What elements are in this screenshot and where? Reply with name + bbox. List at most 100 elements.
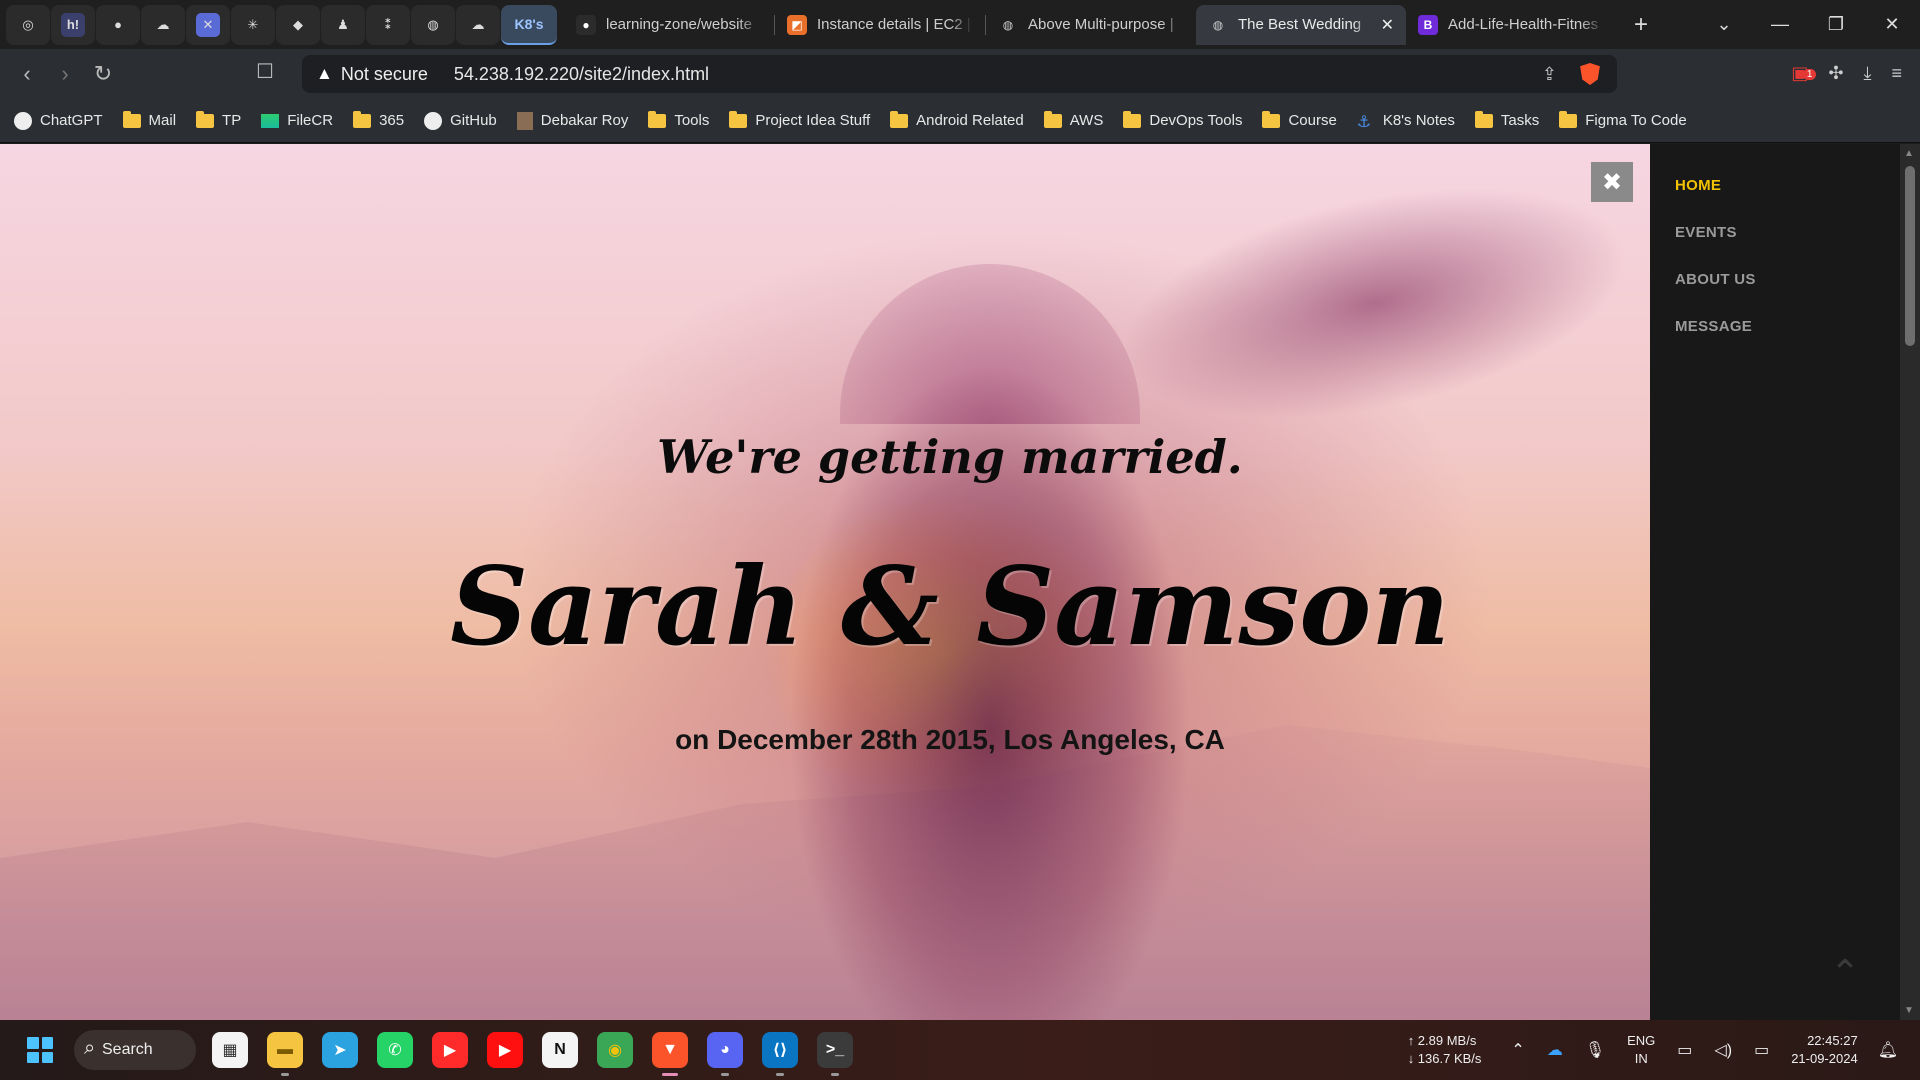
start-button[interactable]: [20, 1030, 60, 1070]
bookmark-label: DevOps Tools: [1149, 112, 1243, 129]
bookmark-item[interactable]: TP: [196, 110, 242, 129]
bookmark-label: K8's Notes: [1382, 112, 1455, 129]
side-menu: HOME EVENTS ABOUT US MESSAGE: [1650, 144, 1900, 1020]
bookmark-item[interactable]: Project Idea Stuff: [729, 110, 870, 129]
chatgpt-icon: ◎: [16, 12, 40, 37]
bookmark-item[interactable]: Tools: [648, 110, 710, 129]
vscode-icon[interactable]: ⟨⟩: [762, 1032, 798, 1076]
taskbar-search[interactable]: Search: [74, 1030, 196, 1070]
extensions-puzzle-icon[interactable]: ✣: [1828, 63, 1843, 84]
clock[interactable]: 22:45:27 21-09-2024: [1791, 1032, 1858, 1068]
notion-icon[interactable]: N: [542, 1032, 578, 1068]
language-indicator[interactable]: ENG IN: [1627, 1032, 1655, 1068]
restore-button[interactable]: ❐: [1808, 14, 1864, 35]
tab-1[interactable]: ● learning-zone/website: [564, 5, 774, 45]
bookmarks-bar: ChatGPT Mail TP FileCR 365 GitHub Debakar Roy T…: [0, 99, 1920, 143]
back-to-top-icon[interactable]: ⌃: [1830, 952, 1870, 993]
forward-button[interactable]: ›: [46, 55, 84, 93]
pinned-tab-claude[interactable]: ✳: [231, 4, 275, 45]
pinned-tab-hashnode[interactable]: h!: [51, 4, 95, 45]
tab-title: The Best Wedding: [1238, 16, 1362, 33]
scroll-down-icon[interactable]: ▼: [1904, 1005, 1914, 1016]
bookmark-label: Tools: [674, 112, 710, 129]
extension-icon[interactable]: ▣ 1: [1791, 63, 1817, 84]
menu-item-events[interactable]: EVENTS: [1675, 209, 1900, 256]
pinned-tab-figma[interactable]: ◆: [276, 4, 320, 45]
bookmark-item[interactable]: Tasks: [1474, 110, 1539, 129]
youtube-icon[interactable]: ▶: [487, 1032, 523, 1068]
pinned-tab-chatgpt[interactable]: ◎: [6, 4, 50, 45]
menu-item-home[interactable]: HOME: [1675, 162, 1900, 209]
bookmark-item[interactable]: ⚓ K8's Notes: [1356, 112, 1455, 131]
bookmark-icon[interactable]: ☐: [256, 59, 274, 84]
bookmark-item[interactable]: Course: [1262, 110, 1337, 129]
pinned-tab-github[interactable]: ●: [96, 4, 140, 45]
address-bar[interactable]: ▲ Not secure 54.238.192.220/site2/index.…: [302, 55, 1617, 93]
chevron-up-icon[interactable]: ⌃: [1511, 1040, 1524, 1060]
bookmark-item[interactable]: Mail: [122, 110, 176, 129]
terminal-icon[interactable]: >_: [817, 1032, 853, 1076]
onedrive-icon[interactable]: ☁: [1547, 1040, 1563, 1060]
notification-bell-icon[interactable]: 🔔︎: [1878, 1040, 1898, 1060]
volume-icon[interactable]: ◁): [1714, 1040, 1732, 1060]
bookmark-item[interactable]: Debakar Roy: [516, 111, 628, 130]
bookmark-label: GitHub: [450, 112, 497, 129]
close-menu-button[interactable]: ✖: [1591, 162, 1633, 202]
tab-favicon-icon: B: [1418, 14, 1438, 35]
tab-3[interactable]: ◍ Above Multi-purpose |: [986, 5, 1196, 45]
microphone-icon[interactable]: 🎙︎: [1585, 1040, 1605, 1060]
tab-2[interactable]: ◩ Instance details | EC2 |: [775, 5, 985, 45]
battery-icon[interactable]: ▭: [1754, 1040, 1769, 1060]
share-icon[interactable]: ⇪: [1542, 64, 1557, 85]
bookmark-label: 365: [379, 112, 405, 129]
tab-search-icon[interactable]: ⌄: [1696, 14, 1752, 35]
network-icon[interactable]: ▭: [1677, 1040, 1692, 1060]
bookmark-item[interactable]: FileCR: [261, 112, 333, 129]
reload-button[interactable]: ↻: [84, 55, 122, 93]
tab-4[interactable]: ◍ The Best Wedding ✕: [1196, 4, 1406, 45]
file-explorer-icon[interactable]: ▬: [267, 1032, 303, 1076]
menu-item-about-us[interactable]: ABOUT US: [1675, 256, 1900, 303]
close-tab-icon[interactable]: ✕: [1381, 15, 1394, 35]
menu-item-message[interactable]: MESSAGE: [1675, 303, 1900, 350]
folder-icon: [1474, 110, 1493, 128]
tab-5[interactable]: B Add-Life-Health-Fitnes: [1406, 5, 1616, 45]
bookmark-item[interactable]: DevOps Tools: [1123, 110, 1243, 129]
bookmark-item[interactable]: 365: [353, 110, 405, 129]
back-button[interactable]: ‹: [8, 55, 46, 93]
close-window-button[interactable]: ✕: [1864, 14, 1920, 35]
pinned-tab-cloud[interactable]: ☁: [456, 4, 500, 45]
pinned-tab-k8s[interactable]: K8's: [501, 4, 557, 45]
scrollbar-thumb[interactable]: [1905, 166, 1915, 346]
menu-icon[interactable]: ≡: [1891, 63, 1902, 84]
scrollbar[interactable]: ▲ ▼: [1900, 144, 1920, 1020]
brave-icon[interactable]: ▼: [652, 1032, 688, 1076]
bookmark-item[interactable]: ChatGPT: [14, 111, 103, 130]
discord-icon[interactable]: ◕: [707, 1032, 743, 1076]
pinned-tab-perplexity[interactable]: ⁑: [366, 4, 410, 45]
microsoft-store-icon[interactable]: ▦: [212, 1032, 248, 1068]
taskbar-apps: ▦ ▬ ➤ ✆ ▶ ▶ N ◉ ▼ ◕ ⟨⟩ >_: [212, 1032, 853, 1076]
scroll-up-icon[interactable]: ▲: [1904, 148, 1914, 159]
pinned-tab-teams[interactable]: ♟: [321, 4, 365, 45]
download-icon[interactable]: ⤓: [1864, 63, 1872, 84]
new-tab-button[interactable]: +: [1624, 8, 1658, 42]
minimize-button[interactable]: —: [1752, 14, 1808, 35]
pinned-tab-excalidraw[interactable]: ✕: [186, 4, 230, 45]
filecr-icon: [261, 113, 280, 128]
bookmark-item[interactable]: GitHub: [424, 111, 497, 130]
bookmark-label: TP: [222, 112, 242, 129]
chrome-icon[interactable]: ◉: [597, 1032, 633, 1068]
whatsapp-icon[interactable]: ✆: [377, 1032, 413, 1068]
bookmark-item[interactable]: Android Related: [890, 110, 1024, 129]
bookmark-item[interactable]: Figma To Code: [1559, 110, 1687, 129]
anchor-icon: ⚓: [1356, 113, 1372, 131]
youtube-music-icon[interactable]: ▶: [432, 1032, 468, 1068]
pinned-tab-web[interactable]: ◍: [411, 4, 455, 45]
bookmark-item[interactable]: AWS: [1043, 110, 1103, 129]
url-text[interactable]: 54.238.192.220/site2/index.html: [454, 64, 709, 85]
telegram-icon[interactable]: ➤: [322, 1032, 358, 1068]
brave-shields-icon[interactable]: [1580, 63, 1600, 85]
pinned-tab-cloudflare[interactable]: ☁: [141, 4, 185, 45]
security-label[interactable]: Not secure: [341, 64, 428, 85]
